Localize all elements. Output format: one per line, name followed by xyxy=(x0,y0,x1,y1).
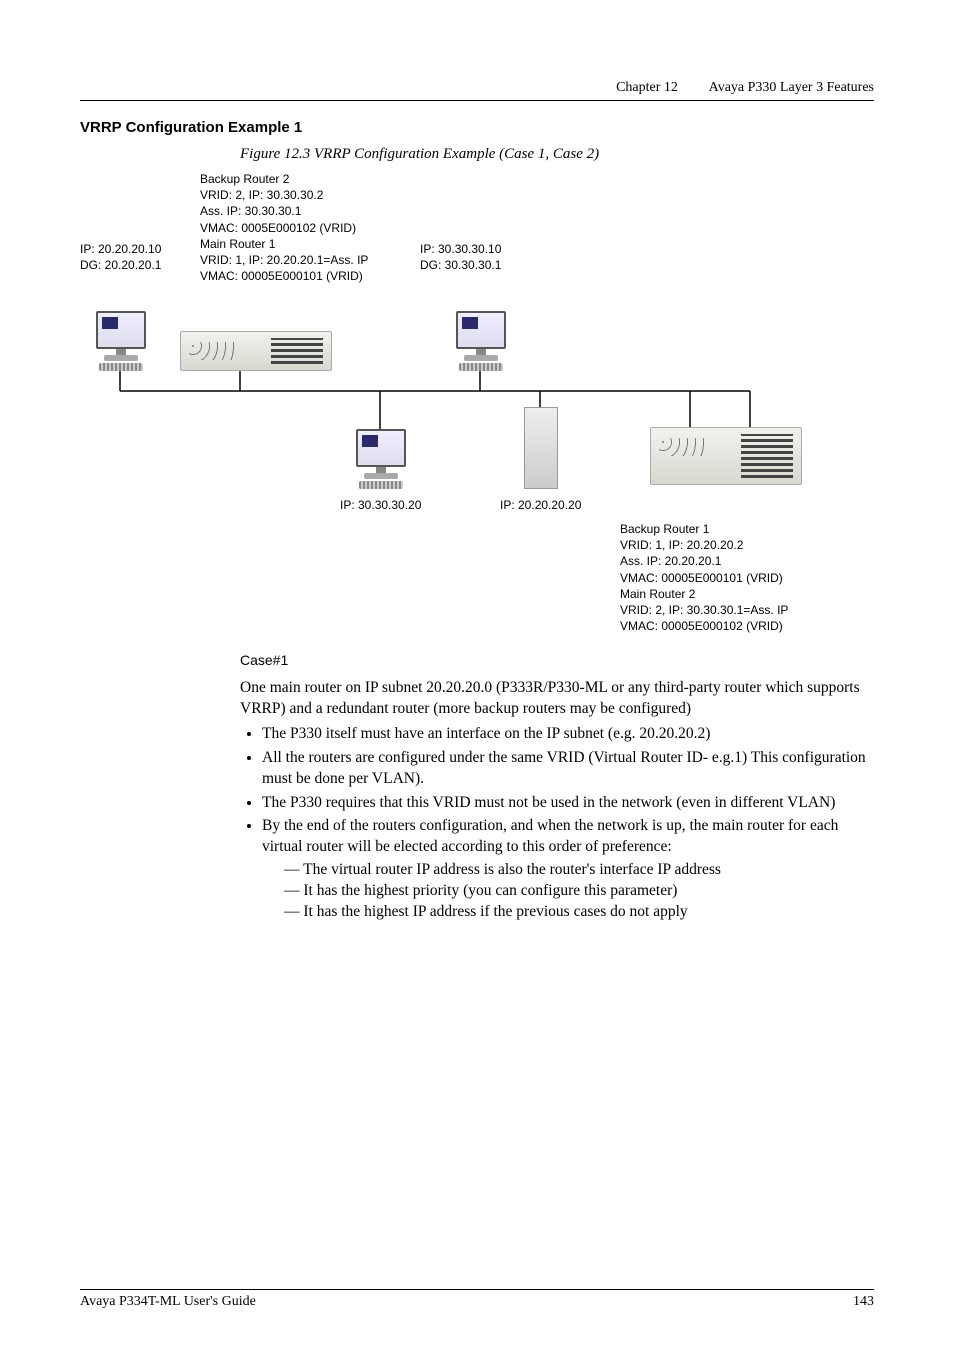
figure-diagram: IP: 20.20.20.10 DG: 20.20.20.1 Backup Ro… xyxy=(80,171,860,651)
mid-right-ip: IP: 20.20.20.20 xyxy=(500,497,581,513)
rrb-l1: Backup Router 1 xyxy=(620,521,788,537)
rrb-l7: VMAC: 00005E000102 (VRID) xyxy=(620,618,788,634)
list-item: By the end of the routers configuration,… xyxy=(262,816,874,923)
switch-icon xyxy=(650,427,802,485)
lrb-l3: Ass. IP: 30.30.30.1 xyxy=(200,203,368,219)
right-router-block: Backup Router 1 VRID: 1, IP: 20.20.20.2 … xyxy=(620,521,788,634)
switch-icon xyxy=(180,331,332,371)
rrb-l3: Ass. IP: 20.20.20.1 xyxy=(620,553,788,569)
mid-left-ip: IP: 30.30.30.20 xyxy=(340,497,421,513)
rrb-l4: VMAC: 00005E000101 (VRID) xyxy=(620,570,788,586)
rrb-l6: VRID: 2, IP: 30.30.30.1=Ass. IP xyxy=(620,602,788,618)
list-item: It has the highest priority (you can con… xyxy=(284,881,874,902)
lrb-l4: VMAC: 0005E000102 (VRID) xyxy=(200,220,368,236)
left-host-ip: IP: 20.20.20.10 xyxy=(80,241,161,257)
list-item: The virtual router IP address is also th… xyxy=(284,860,874,881)
bullet-list: The P330 itself must have an interface o… xyxy=(240,724,874,923)
page-header: Chapter 12 Avaya P330 Layer 3 Features xyxy=(80,80,874,101)
section-title: VRRP Configuration Example 1 xyxy=(80,119,874,136)
chapter-title: Avaya P330 Layer 3 Features xyxy=(709,80,874,95)
footer-left: Avaya P334T-ML User's Guide xyxy=(80,1294,256,1310)
lrb-l1: Backup Router 2 xyxy=(200,171,368,187)
list-item-text: By the end of the routers configuration,… xyxy=(262,817,838,855)
left-host-dg: DG: 20.20.20.1 xyxy=(80,257,161,273)
page-footer: Avaya P334T-ML User's Guide 143 xyxy=(80,1289,874,1310)
left-router-block: Backup Router 2 VRID: 2, IP: 30.30.30.2 … xyxy=(200,171,368,284)
lrb-l6: VRID: 1, IP: 20.20.20.1=Ass. IP xyxy=(200,252,368,268)
computer-icon xyxy=(96,311,146,367)
router-icon xyxy=(524,407,558,489)
list-item: The P330 requires that this VRID must no… xyxy=(262,793,874,814)
right-host-dg: DG: 30.30.30.1 xyxy=(420,257,501,273)
lrb-l5: Main Router 1 xyxy=(200,236,368,252)
right-host-label: IP: 30.30.30.10 DG: 30.30.30.1 xyxy=(420,241,501,273)
dash-list: The virtual router IP address is also th… xyxy=(262,860,874,923)
left-host-label: IP: 20.20.20.10 DG: 20.20.20.1 xyxy=(80,241,161,273)
list-item: It has the highest IP address if the pre… xyxy=(284,902,874,923)
list-item: All the routers are configured under the… xyxy=(262,748,874,790)
chapter-label: Chapter 12 xyxy=(616,80,678,95)
rrb-l2: VRID: 1, IP: 20.20.20.2 xyxy=(620,537,788,553)
lrb-l7: VMAC: 00005E000101 (VRID) xyxy=(200,268,368,284)
right-host-ip: IP: 30.30.30.10 xyxy=(420,241,501,257)
footer-page-number: 143 xyxy=(853,1294,874,1310)
lrb-l2: VRID: 2, IP: 30.30.30.2 xyxy=(200,187,368,203)
intro-paragraph: One main router on IP subnet 20.20.20.0 … xyxy=(240,678,874,720)
computer-icon xyxy=(356,429,406,485)
case-heading: Case#1 xyxy=(240,651,874,670)
rrb-l5: Main Router 2 xyxy=(620,586,788,602)
body-text: Case#1 One main router on IP subnet 20.2… xyxy=(240,651,874,923)
computer-icon xyxy=(456,311,506,367)
list-item: The P330 itself must have an interface o… xyxy=(262,724,874,745)
figure-caption: Figure 12.3 VRRP Configuration Example (… xyxy=(240,146,874,163)
